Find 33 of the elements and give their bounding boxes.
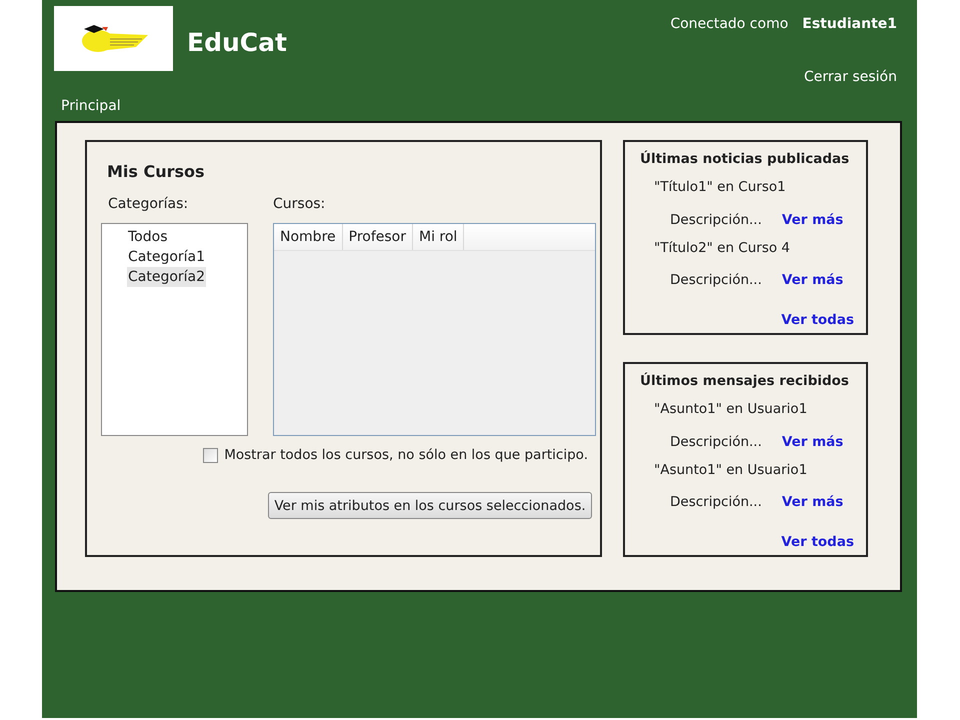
section-title: Mis Cursos bbox=[107, 161, 206, 183]
show-all-label: Mostrar todos los cursos, no sólo en los que participo. bbox=[224, 446, 588, 465]
more-link[interactable]: Ver más bbox=[782, 270, 844, 290]
item-heading: "Asunto1" en Usuario1 bbox=[654, 460, 808, 480]
card-title: Últimas noticias publicadas bbox=[640, 150, 850, 169]
item-heading: "Título1" en Curso1 bbox=[654, 178, 787, 198]
card-title: Últimos mensajes recibidos bbox=[640, 372, 850, 391]
nav-tab[interactable]: Principal bbox=[61, 96, 121, 117]
view-all-link[interactable]: Ver todas bbox=[781, 532, 854, 552]
item-description: Descripción... bbox=[670, 271, 762, 290]
user-name: Estudiante1 bbox=[802, 15, 897, 34]
courses-label: Cursos: bbox=[273, 195, 326, 214]
view-all-link[interactable]: Ver todas bbox=[781, 310, 854, 330]
category-item[interactable]: Categoría2 bbox=[127, 267, 206, 287]
logout-link[interactable]: Cerrar sesión bbox=[804, 67, 897, 88]
categories-label: Categorías: bbox=[108, 195, 190, 214]
more-link[interactable]: Ver más bbox=[782, 210, 844, 230]
column-header[interactable]: Nombre bbox=[274, 224, 343, 250]
item-description: Descripción... bbox=[670, 432, 762, 452]
more-link[interactable]: Ver más bbox=[782, 432, 844, 452]
column-header[interactable]: Mi rol bbox=[413, 224, 464, 250]
item-description: Descripción... bbox=[670, 493, 762, 512]
connected-label: Conectado como bbox=[670, 15, 788, 34]
column-header[interactable]: Profesor bbox=[342, 224, 413, 250]
view-attributes-button[interactable]: Ver mis atributos en los cursos seleccionados. bbox=[268, 492, 592, 520]
item-description: Descripción... bbox=[670, 210, 762, 230]
category-item[interactable]: Categoría1 bbox=[127, 247, 206, 267]
item-heading: "Título2" en Curso 4 bbox=[654, 238, 792, 258]
item-heading: "Asunto1" en Usuario1 bbox=[654, 400, 808, 420]
category-item[interactable]: Todos bbox=[127, 227, 168, 247]
show-all-checkbox[interactable] bbox=[203, 448, 218, 463]
app-title: EduCat bbox=[187, 27, 287, 59]
more-link[interactable]: Ver más bbox=[782, 492, 844, 512]
